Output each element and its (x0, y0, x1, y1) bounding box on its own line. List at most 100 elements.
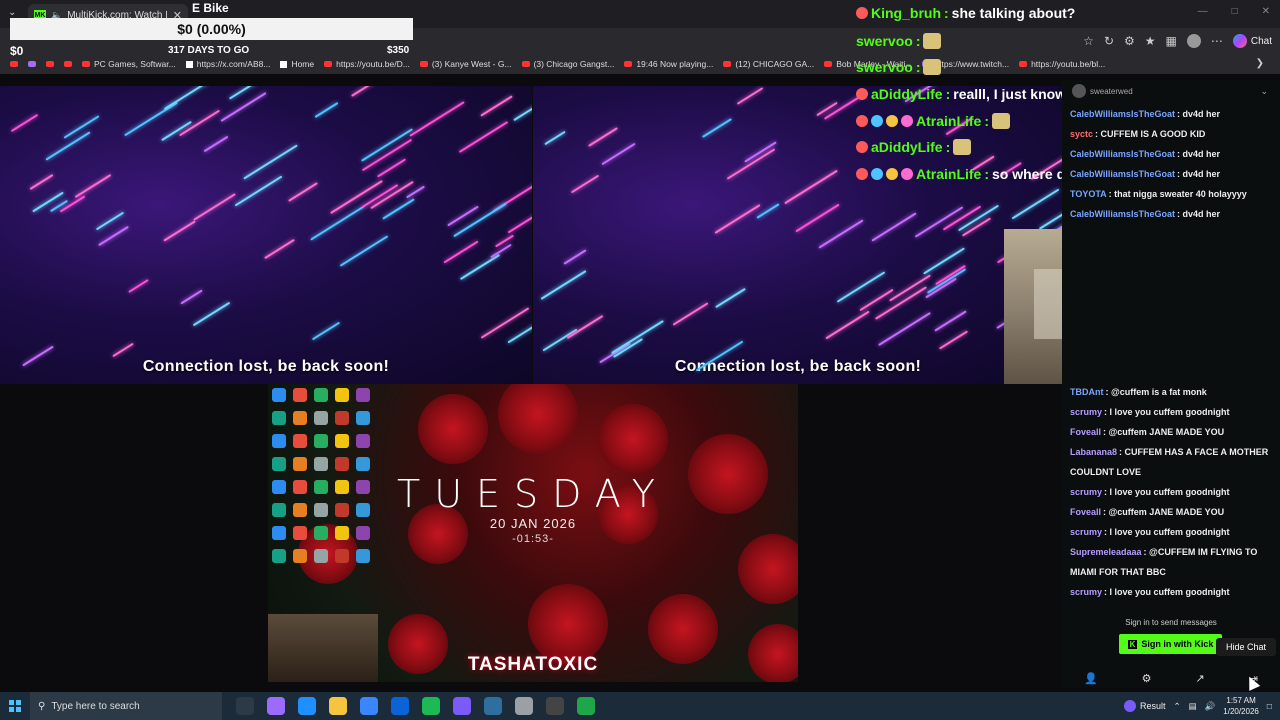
desktop-app-icon (293, 411, 307, 425)
file-explorer-icon[interactable] (329, 697, 347, 715)
bookmark-item[interactable]: https://youtu.be/D... (324, 59, 410, 69)
desktop-app-icon (314, 388, 328, 402)
chat-text: I love you cuffem goodnight (1109, 407, 1230, 417)
chat-username[interactable]: CalebWilliamsIsTheGoat (1070, 149, 1175, 159)
bookmark-item[interactable]: 19:46 Now playing... (624, 59, 713, 69)
bookmark-item[interactable]: (3) Kanye West - G... (419, 59, 512, 69)
chat-collapse-chevron-icon[interactable]: ⌄ (1260, 86, 1268, 97)
light-streak (490, 243, 512, 259)
store-icon[interactable] (360, 697, 378, 715)
stream-2-status: Connection lost, be back soon! (674, 358, 922, 375)
light-streak (542, 328, 578, 352)
extensions-icon[interactable]: ⚙ (1124, 34, 1135, 48)
chat-streamer-tab[interactable]: sweaterwed (1072, 84, 1133, 98)
profile-avatar[interactable] (1186, 34, 1201, 48)
chat-username[interactable]: Foveall (1070, 507, 1101, 517)
x-icon (280, 60, 288, 68)
light-streak (32, 191, 64, 213)
rose (598, 404, 668, 474)
overlay-chat-username: swervoo (856, 33, 913, 49)
bookmark-item[interactable] (46, 61, 54, 67)
chat-text: @cuffem is a fat monk (1111, 387, 1207, 397)
steam-icon[interactable] (484, 697, 502, 715)
copilot-icon[interactable] (267, 697, 285, 715)
bookmark-item[interactable]: (3) Chicago Gangst... (521, 59, 614, 69)
signin-with-kick-button[interactable]: K Sign in with Kick (1119, 634, 1222, 654)
taskbar-search-placeholder: Type here to search (51, 700, 140, 712)
chat-message: scrumy: I love you cuffem goodnight (1062, 482, 1280, 502)
chat-username[interactable]: scrumy (1070, 407, 1102, 417)
stream-pane-desktop[interactable]: TUESDAY 20 JAN 2026 -01:53- TASHATOXIC (268, 384, 798, 682)
xbox-icon[interactable] (577, 697, 595, 715)
chat-username[interactable]: Labanana8 (1070, 447, 1117, 457)
tab-list-chevron-icon[interactable]: ⌄ (8, 7, 16, 18)
bookmarks-overflow-icon[interactable]: ❯ (1256, 58, 1264, 69)
bookmark-star-icon[interactable]: ☆ (1083, 34, 1094, 48)
settings-gear-icon[interactable]: ⚙ (1142, 672, 1152, 685)
screen: ⌄ MK 🔈 MultiKick.com: Watch Multipl ✕ — … (0, 0, 1280, 720)
search-icon: ⚲ (38, 700, 46, 712)
bookmark-item[interactable] (10, 61, 18, 67)
chrome-icon[interactable] (515, 697, 533, 715)
stream-pane-2[interactable]: Connection lost, be back soon! (533, 86, 1063, 384)
notifications-icon[interactable]: □ (1267, 701, 1272, 711)
light-streak (570, 174, 600, 194)
chat-username[interactable]: TOYOTA (1070, 189, 1107, 199)
chat-text: @cuffem JANE MADE YOU (1108, 507, 1225, 517)
discord-icon[interactable] (453, 697, 471, 715)
share-icon[interactable]: ↗ (1196, 672, 1205, 685)
refresh-icon[interactable]: ↻ (1104, 34, 1114, 48)
obs-icon[interactable] (546, 697, 564, 715)
weather-widget[interactable]: Result (1124, 700, 1166, 712)
bookmark-item[interactable]: https://x.com/AB8... (185, 59, 270, 69)
volume-icon[interactable]: 🔊 (1205, 701, 1216, 712)
bookmark-item[interactable]: https://youtu.be/bl... (1019, 59, 1105, 69)
task-view-icon[interactable] (236, 697, 254, 715)
tray-overflow-icon[interactable]: ⌃ (1174, 701, 1181, 712)
copilot-chat-button[interactable]: Chat (1232, 34, 1272, 48)
chat-username[interactable]: CalebWilliamsIsTheGoat (1070, 109, 1175, 119)
light-streak (459, 253, 501, 281)
edge-icon[interactable] (298, 697, 316, 715)
outlook-icon[interactable] (391, 697, 409, 715)
chat-username[interactable]: CalebWilliamsIsTheGoat (1070, 169, 1175, 179)
stream-pane-1[interactable]: Connection lost, be back soon! (0, 86, 532, 384)
close-window-icon[interactable]: ✕ (1262, 6, 1270, 17)
chat-username[interactable]: scrumy (1070, 527, 1102, 537)
light-streak (124, 101, 178, 137)
bookmark-item[interactable]: Home (280, 59, 314, 69)
bookmark-item[interactable] (64, 61, 72, 67)
add-user-icon[interactable]: 👤 (1084, 672, 1098, 685)
chat-username[interactable]: CalebWilliamsIsTheGoat (1070, 209, 1175, 219)
light-streak (672, 302, 709, 326)
chat-username[interactable]: Foveall (1070, 427, 1101, 437)
spotify-icon[interactable] (422, 697, 440, 715)
minimize-icon[interactable]: — (1198, 6, 1208, 17)
chat-message: Supremeleadaaa: @CUFFEM IM FLYING TO (1062, 542, 1280, 562)
chat-username[interactable]: Supremeleadaaa (1070, 547, 1142, 557)
goal-target: $350 (387, 45, 410, 56)
more-menu-icon[interactable]: ⋯ (1211, 34, 1223, 48)
bookmark-item[interactable]: PC Games, Softwar... (82, 59, 176, 69)
chat-message: MIAMI FOR THAT BBC (1062, 562, 1280, 582)
taskbar-apps (236, 697, 595, 715)
bookmark-item[interactable]: (12) CHICAGO GA... (723, 59, 814, 69)
network-icon[interactable]: ▤ (1189, 701, 1197, 712)
desktop-app-icon (356, 388, 370, 402)
colon: : (945, 86, 951, 102)
favorites-icon[interactable]: ★ (1145, 34, 1156, 48)
rose (418, 394, 488, 464)
bookmark-item[interactable] (28, 61, 36, 67)
chat-username[interactable]: TBDAnt (1070, 387, 1104, 397)
light-streak (95, 211, 125, 231)
start-button[interactable] (0, 692, 30, 720)
chat-username[interactable]: scrumy (1070, 487, 1102, 497)
chat-messages-top: CalebWilliamsIsTheGoat: dv4d her syctc: C… (1062, 104, 1280, 224)
light-streak (544, 130, 566, 146)
collections-icon[interactable]: ▦ (1166, 34, 1177, 48)
chat-username[interactable]: scrumy (1070, 587, 1102, 597)
taskbar-clock[interactable]: 1:57 AM 1/20/2026 (1223, 695, 1259, 717)
chat-username[interactable]: syctc (1070, 129, 1093, 139)
taskbar-search[interactable]: ⚲ Type here to search (30, 692, 222, 720)
maximize-icon[interactable]: □ (1232, 6, 1238, 17)
